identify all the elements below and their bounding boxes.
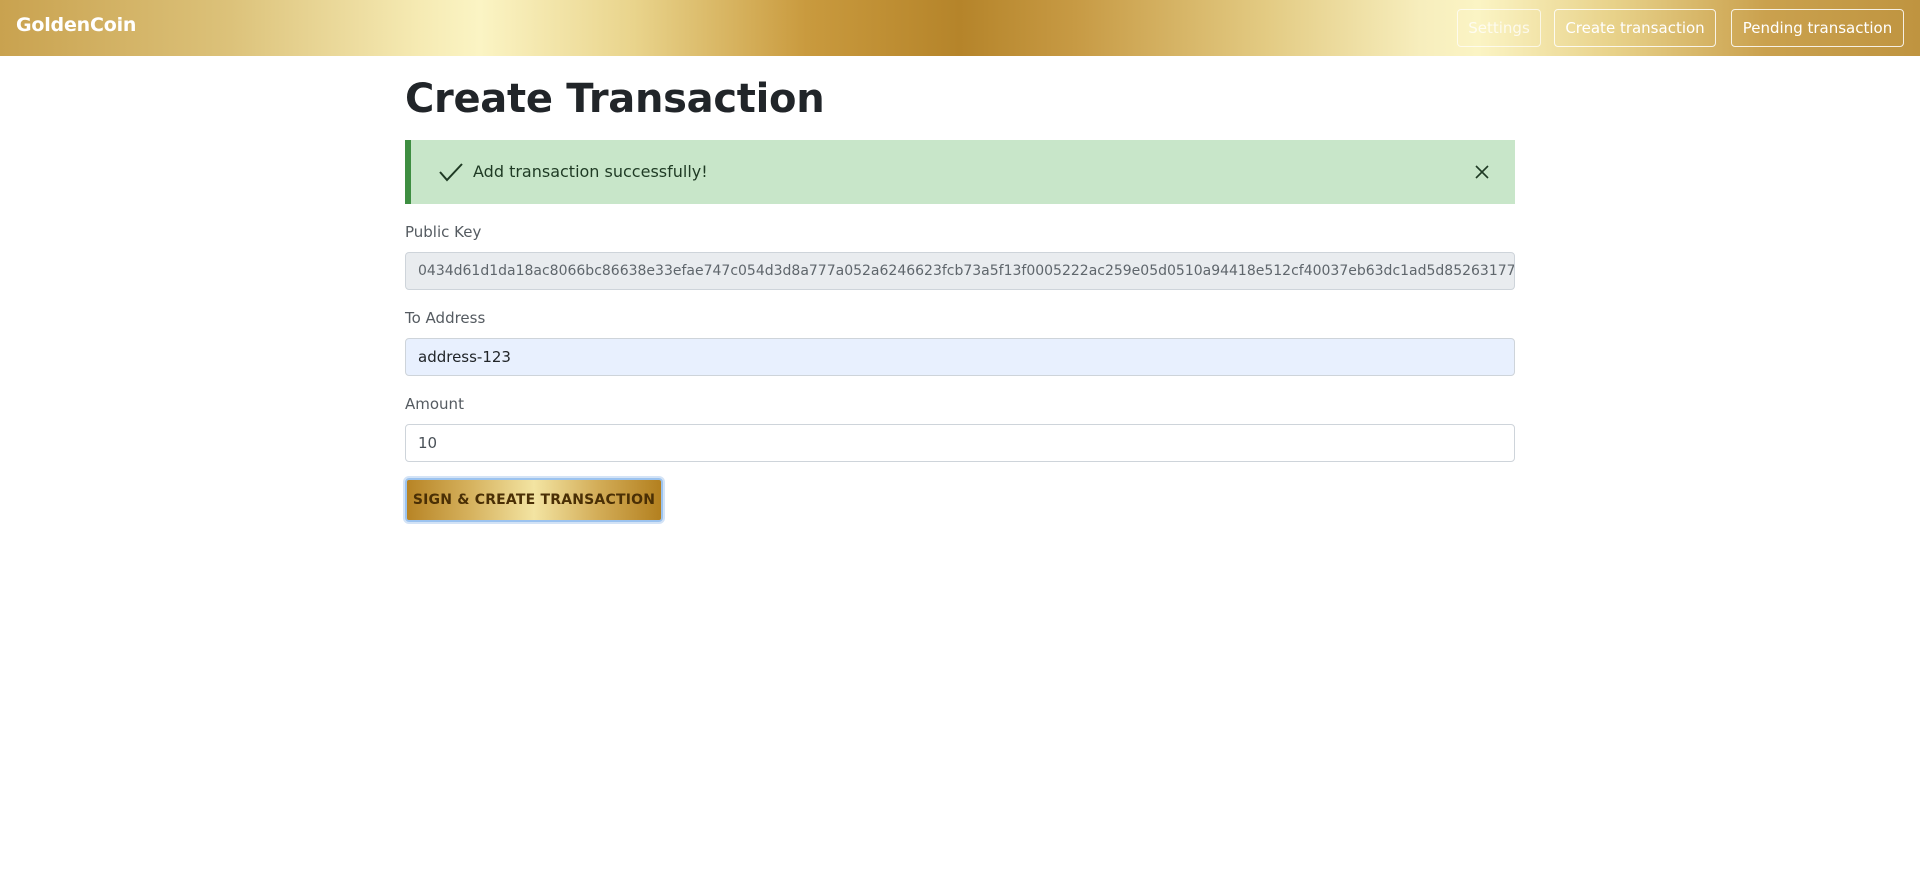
amount-input[interactable]: 10 [405, 424, 1515, 462]
sign-create-transaction-button[interactable]: SIGN & CREATE TRANSACTION [405, 478, 663, 522]
brand-logo[interactable]: GoldenCoin [16, 14, 136, 36]
close-icon[interactable] [1474, 164, 1490, 180]
to-address-input[interactable]: address-123 [405, 338, 1515, 376]
public-key-label: Public Key [405, 223, 482, 241]
check-icon [439, 163, 463, 182]
alert-message: Add transaction successfully! [473, 162, 708, 181]
page-title: Create Transaction [405, 76, 825, 122]
success-alert: Add transaction successfully! [405, 140, 1515, 204]
pending-transaction-button[interactable]: Pending transaction [1731, 9, 1904, 47]
top-navbar: GoldenCoin Settings Create transaction P… [0, 0, 1920, 56]
amount-label: Amount [405, 395, 464, 413]
create-transaction-button[interactable]: Create transaction [1554, 9, 1716, 47]
settings-button[interactable]: Settings [1457, 9, 1541, 47]
to-address-label: To Address [405, 309, 486, 327]
public-key-field[interactable]: 0434d61d1da18ac8066bc86638e33efae747c054… [405, 252, 1515, 290]
